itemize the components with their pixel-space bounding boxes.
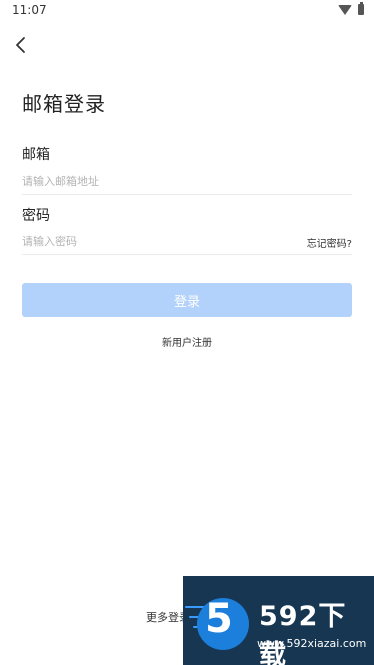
register-link[interactable]: 新用户注册 [0,334,374,349]
status-icons [338,2,364,15]
page-title: 邮箱登录 [22,92,106,116]
forgot-password-link[interactable]: 忘记密码? [307,235,352,250]
watermark-logo: 5 592下载 www.592xiazai.com [183,576,374,665]
status-bar: 11:07 [0,0,374,22]
battery-icon [358,2,364,15]
logo-url: www.592xiazai.com [257,637,367,650]
login-button[interactable]: 登录 [22,283,352,317]
password-input[interactable] [22,230,292,252]
wifi-icon [338,4,352,15]
email-divider [22,194,352,195]
email-input[interactable] [22,170,352,192]
password-label: 密码 [22,208,50,224]
back-button[interactable] [10,33,34,57]
email-label: 邮箱 [22,147,50,163]
logo-brand: 592下载 [259,601,347,665]
status-time: 11:07 [12,3,47,17]
chevron-left-icon [16,37,25,53]
password-divider [22,254,352,255]
logo-digit: 5 [205,596,233,642]
